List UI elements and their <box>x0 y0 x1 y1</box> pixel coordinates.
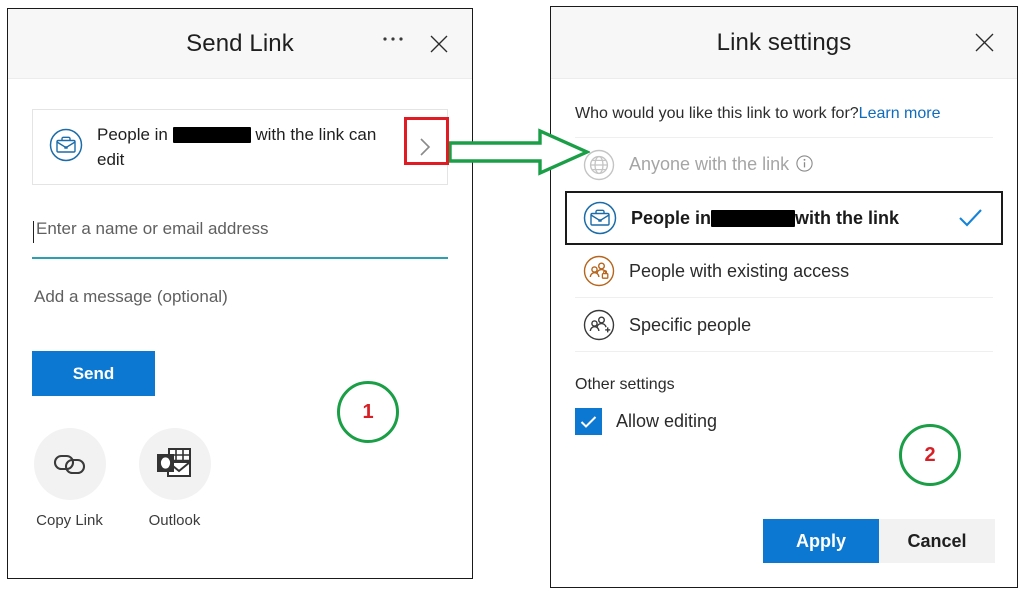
people-lock-icon <box>583 255 615 287</box>
allow-editing-checkbox[interactable] <box>575 408 602 435</box>
message-input[interactable]: Add a message (optional) <box>32 287 448 307</box>
link-audience-options: Anyone with the link People in with the l… <box>565 137 1003 352</box>
flow-arrow-icon <box>448 128 592 181</box>
question-text: Who would you like this link to work for… <box>575 105 859 122</box>
apply-button[interactable]: Apply <box>763 519 879 563</box>
learn-more-link[interactable]: Learn more <box>859 105 941 122</box>
option-anyone-with-link: Anyone with the link <box>575 138 993 192</box>
copy-link-label: Copy Link <box>36 512 103 529</box>
option-people-in-org-label: People in with the link <box>631 208 900 228</box>
link-settings-dialog: Link settings Who would you like this li… <box>550 6 1018 588</box>
text-cursor <box>33 221 34 243</box>
send-link-header: Send Link <box>8 9 472 79</box>
redacted-org-name <box>172 126 251 143</box>
other-settings-heading: Other settings <box>575 376 675 393</box>
link-audience-question: Who would you like this link to work for… <box>575 105 993 123</box>
people-add-icon <box>583 309 615 341</box>
outlook-label: Outlook <box>148 512 201 529</box>
more-options-icon[interactable] <box>378 24 408 64</box>
copy-link-action[interactable]: Copy Link <box>32 428 107 529</box>
redacted-org-name <box>711 209 796 227</box>
info-icon[interactable] <box>796 153 813 179</box>
send-link-body: People in with the link can edit Add a m… <box>8 109 472 529</box>
option-specific-people-label: Specific people <box>629 314 752 335</box>
chevron-right-icon[interactable] <box>403 110 447 184</box>
option-existing-access-label: People with existing access <box>629 260 850 281</box>
send-link-dialog: Send Link People in with the link can ed… <box>7 8 473 579</box>
link-permission-row[interactable]: People in with the link can edit <box>32 109 448 185</box>
close-icon[interactable] <box>969 28 999 58</box>
recipient-input[interactable] <box>32 219 448 247</box>
annotation-step-2: 2 <box>899 424 961 486</box>
option-people-in-org[interactable]: People in with the link <box>565 191 1003 245</box>
outlook-action[interactable]: Outlook <box>137 428 212 529</box>
checkmark-icon <box>958 208 983 228</box>
briefcase-circle-icon <box>583 201 617 235</box>
permission-text-before: People in <box>97 125 168 144</box>
option-existing-access[interactable]: People with existing access <box>575 244 993 298</box>
allow-editing-label: Allow editing <box>616 411 718 431</box>
briefcase-circle-icon <box>49 128 83 167</box>
link-settings-header: Link settings <box>551 7 1017 79</box>
close-icon[interactable] <box>424 29 454 59</box>
share-actions-row: Copy Link Outlook <box>32 428 448 529</box>
option-specific-people[interactable]: Specific people <box>575 298 993 352</box>
cancel-button[interactable]: Cancel <box>879 519 995 563</box>
annotation-step-1: 1 <box>337 381 399 443</box>
link-chain-icon <box>33 428 106 500</box>
recipient-input-wrapper[interactable] <box>32 219 448 259</box>
link-settings-body: Who would you like this link to work for… <box>551 105 1017 435</box>
outlook-icon <box>138 428 211 500</box>
link-settings-footer: Apply Cancel <box>763 519 995 563</box>
link-settings-title: Link settings <box>716 28 852 56</box>
link-permission-text: People in with the link can edit <box>97 122 403 172</box>
option-anyone-label: Anyone with the link <box>629 151 813 179</box>
send-button[interactable]: Send <box>32 351 155 396</box>
